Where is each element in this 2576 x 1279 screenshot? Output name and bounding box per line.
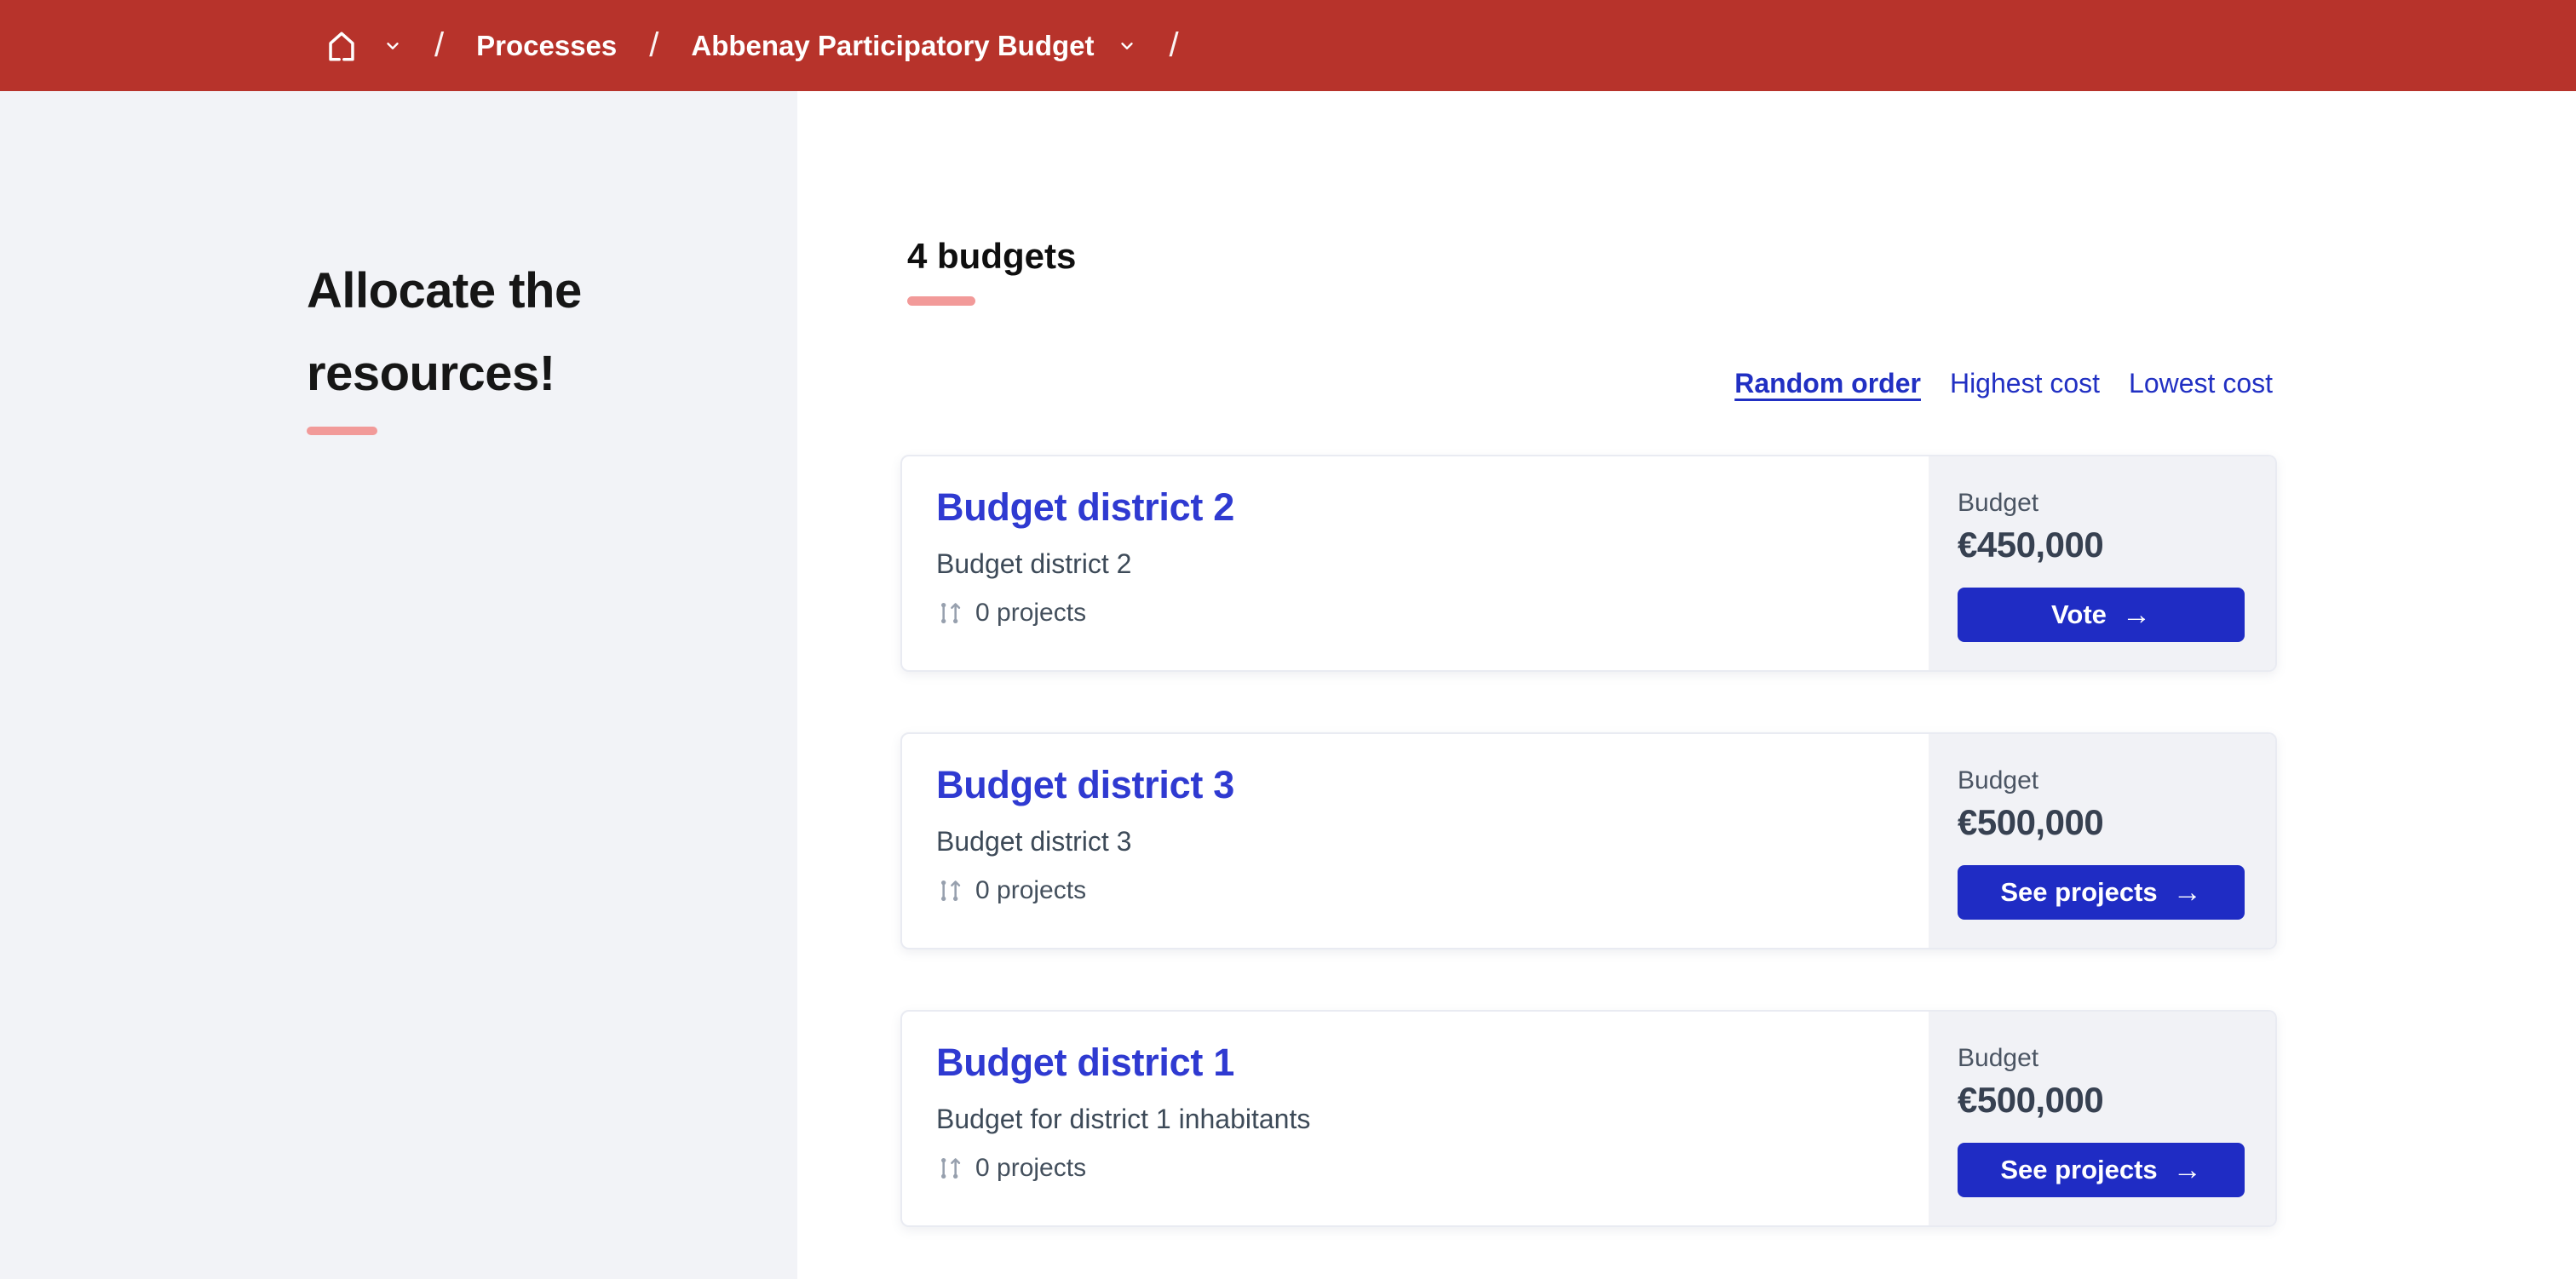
projects-count-label: 0 projects — [975, 876, 1087, 904]
budget-title-link[interactable]: Budget district 1 — [936, 1041, 1234, 1085]
sidebar: Allocate the resources! — [0, 91, 797, 1279]
budgets-count-heading: 4 budgets — [907, 236, 1077, 276]
breadcrumb-separator: / — [649, 26, 659, 64]
git-compare-icon — [936, 877, 963, 904]
budget-action-button[interactable]: See projects → — [1958, 865, 2245, 920]
sort-options: Random order Highest cost Lowest cost — [1734, 368, 2273, 399]
budget-card-info: Budget district 2 Budget district 2 0 pr… — [902, 456, 1929, 670]
home-icon — [324, 28, 359, 64]
budget-card-info: Budget district 1 Budget for district 1 … — [902, 1012, 1929, 1225]
home-dropdown-toggle[interactable] — [383, 37, 402, 55]
budget-card-summary: Budget €500,000 See projects → — [1929, 1012, 2275, 1225]
budget-projects-count: 0 projects — [936, 599, 1895, 628]
budget-description: Budget district 2 — [936, 548, 1132, 579]
budget-title-link[interactable]: Budget district 3 — [936, 763, 1234, 807]
breadcrumb-separator: / — [1169, 26, 1179, 64]
arrow-right-icon: → — [2172, 876, 2202, 909]
budget-list: Budget district 2 Budget district 2 0 pr… — [900, 455, 2277, 1227]
budget-label: Budget — [1958, 489, 2039, 517]
budget-action-button[interactable]: Vote → — [1958, 588, 2245, 642]
page-title: Allocate the resources! — [307, 263, 582, 402]
chevron-down-icon — [383, 37, 402, 55]
arrow-right-icon: → — [2172, 1154, 2202, 1186]
breadcrumb-item-processes[interactable]: Processes — [476, 30, 617, 62]
budget-action-label: See projects — [2000, 877, 2158, 907]
budget-card-summary: Budget €500,000 See projects → — [1929, 734, 2275, 948]
budget-amount: €500,000 — [1958, 1080, 2104, 1120]
budget-action-label: Vote — [2051, 599, 2107, 629]
main-content: 4 budgets Random order Highest cost Lowe… — [797, 91, 2576, 1279]
home-link[interactable] — [324, 28, 359, 64]
sort-link-random-order[interactable]: Random order — [1734, 368, 1921, 399]
chevron-down-icon — [1118, 37, 1136, 55]
title-accent-underline — [307, 427, 377, 435]
sort-link-lowest-cost[interactable]: Lowest cost — [2129, 368, 2273, 399]
budget-description: Budget district 3 — [936, 826, 1132, 857]
budget-projects-count: 0 projects — [936, 876, 1895, 905]
budget-amount: €450,000 — [1958, 525, 2104, 565]
process-dropdown-toggle[interactable] — [1118, 37, 1136, 55]
budget-card: Budget district 3 Budget district 3 0 pr… — [900, 732, 2277, 949]
budget-card-summary: Budget €450,000 Vote → — [1929, 456, 2275, 670]
breadcrumb-separator: / — [434, 26, 445, 64]
top-navigation-bar: / Processes / Abbenay Participatory Budg… — [0, 0, 2576, 91]
budget-label: Budget — [1958, 766, 2039, 794]
heading-accent-underline — [907, 296, 975, 306]
sort-link-highest-cost[interactable]: Highest cost — [1950, 368, 2100, 399]
breadcrumb-item-process-title[interactable]: Abbenay Participatory Budget — [691, 30, 1094, 62]
arrow-right-icon: → — [2121, 599, 2151, 631]
budget-projects-count: 0 projects — [936, 1154, 1895, 1183]
budget-description: Budget for district 1 inhabitants — [936, 1104, 1311, 1134]
git-compare-icon — [936, 1155, 963, 1182]
budget-card: Budget district 1 Budget for district 1 … — [900, 1010, 2277, 1227]
breadcrumb: / Processes / Abbenay Participatory Budg… — [324, 26, 1179, 65]
projects-count-label: 0 projects — [975, 1154, 1087, 1182]
budget-action-button[interactable]: See projects → — [1958, 1143, 2245, 1197]
git-compare-icon — [936, 599, 963, 627]
projects-count-label: 0 projects — [975, 599, 1087, 627]
budget-amount: €500,000 — [1958, 802, 2104, 842]
budget-card-info: Budget district 3 Budget district 3 0 pr… — [902, 734, 1929, 948]
budget-card: Budget district 2 Budget district 2 0 pr… — [900, 455, 2277, 672]
budget-title-link[interactable]: Budget district 2 — [936, 485, 1234, 530]
budget-label: Budget — [1958, 1044, 2039, 1072]
budget-action-label: See projects — [2000, 1155, 2158, 1184]
